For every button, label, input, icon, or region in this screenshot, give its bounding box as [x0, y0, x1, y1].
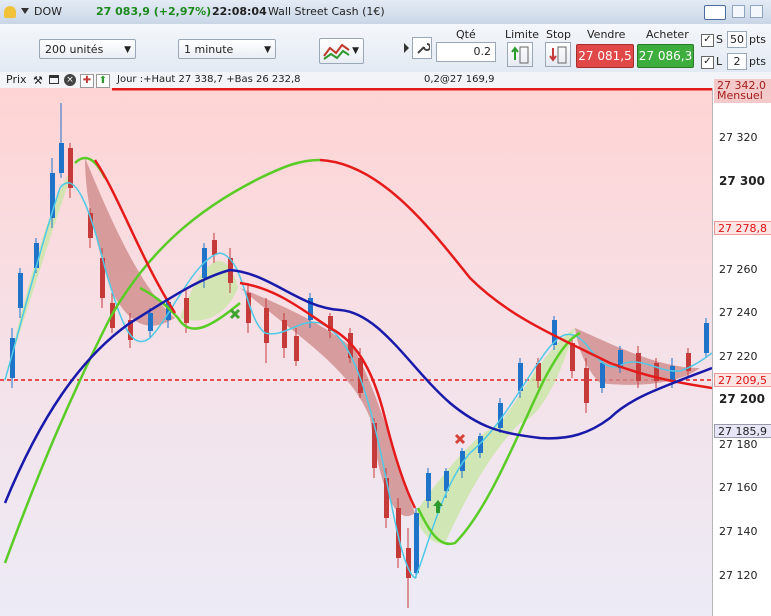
interval-value: 1 minute [184, 43, 234, 56]
window-icon[interactable] [49, 75, 59, 84]
current-price-tag: 27 209,5 [714, 373, 771, 387]
interval-select[interactable]: 1 minute ▼ [178, 39, 276, 59]
s-checkbox[interactable]: ✓ [701, 34, 714, 47]
axis-tick: 27 260 [719, 263, 758, 276]
l-checkbox[interactable]: ✓ [701, 56, 714, 69]
units-select[interactable]: 200 unités ▼ [39, 39, 136, 59]
collapse-arrow-icon[interactable] [404, 43, 409, 53]
chevron-down-icon: ▼ [124, 45, 131, 55]
s-points-value: 50 [730, 33, 744, 46]
quantity-value: 0.2 [473, 45, 492, 58]
s-label: S [716, 33, 723, 46]
limit-order-button[interactable] [507, 42, 533, 67]
candle [396, 498, 401, 568]
title-bar: DOW 27 083,9 (+2,97%) 22:08:04 Wall Stre… [0, 0, 771, 25]
axis-tick: 27 300 [719, 174, 765, 188]
s-points-input[interactable]: 50 [727, 31, 747, 48]
cursor-price: 0,2@27 169,9 [424, 74, 495, 85]
keyboard-icon[interactable] [704, 5, 726, 20]
price-chart[interactable] [0, 88, 712, 616]
blue-line-price-tag: 27 185,9 [714, 424, 771, 438]
up-arrow-icon[interactable]: ⬆ [96, 74, 110, 88]
chart-type-icon [323, 43, 350, 60]
limit-label: Limite [505, 28, 540, 41]
l-points-value: 2 [733, 55, 741, 68]
quantity-input[interactable]: 0.2 [436, 42, 496, 62]
alert-add-icon[interactable]: ✚ [80, 74, 94, 88]
stop-order-button[interactable] [545, 42, 571, 67]
axis-tick: 27 220 [719, 350, 758, 363]
axis-tick: 27 120 [719, 569, 758, 582]
price-info-bar: Prix ⚒ × ✚ ⬆ Jour :+Haut 27 338,7 +Bas 2… [0, 72, 771, 89]
close-circle-icon[interactable]: × [64, 74, 76, 86]
stop-order-icon [549, 46, 567, 64]
candle [552, 316, 557, 350]
axis-tick: 27 240 [719, 306, 758, 319]
red-line-price-tag: 27 278,8 [714, 221, 771, 235]
l-label: L [716, 55, 723, 68]
buy-button[interactable]: 27 086,3 [637, 44, 694, 68]
axis-tick: 27 320 [719, 131, 758, 144]
sell-label: Vendre [587, 28, 626, 41]
axis-tick: 27 160 [719, 481, 758, 494]
sell-button[interactable]: 27 081,5 [576, 44, 634, 68]
instrument-time: 22:08:04 [212, 5, 267, 18]
quantity-label: Qté [456, 28, 476, 41]
trade-toolbar: 200 unités ▼ 1 minute ▼ ▼ Qté 0.2 Limite… [0, 24, 771, 73]
candle [414, 508, 419, 578]
stop-label: Stop [546, 28, 572, 41]
axis-tick: 27 140 [719, 525, 758, 538]
instrument-name: Wall Street Cash (1€) [268, 5, 385, 18]
axis-tick: 27 200 [719, 392, 765, 406]
candle [498, 398, 503, 433]
instrument-symbol[interactable]: DOW [34, 5, 62, 18]
buy-label: Acheter [646, 28, 689, 41]
limit-order-icon [511, 46, 529, 64]
prix-label: Prix [6, 73, 27, 86]
instrument-price: 27 083,9 (+2,97%) [96, 5, 212, 18]
l-pts-label: pts [749, 55, 767, 68]
chart-type-select[interactable]: ▼ [319, 38, 364, 64]
day-high-low: Jour :+Haut 27 338,7 +Bas 26 232,8 [117, 74, 301, 85]
units-value: 200 unités [45, 43, 104, 56]
dropdown-arrow-icon[interactable] [21, 8, 29, 14]
notification-bell-icon[interactable] [4, 6, 16, 18]
close-icon[interactable] [750, 5, 763, 18]
wrench-icon[interactable]: ⚒ [33, 74, 43, 87]
wrench-icon [417, 43, 430, 54]
candle [704, 318, 709, 358]
l-points-input[interactable]: 2 [727, 53, 747, 70]
axis-tick: 27 180 [719, 438, 758, 451]
price-axis: 27 342,0 Mensuel 27 320 27 300 27 278,8 … [712, 79, 771, 616]
chevron-down-icon: ▼ [264, 45, 271, 55]
s-pts-label: pts [749, 33, 767, 46]
chevron-down-icon: ▼ [352, 46, 359, 56]
minimize-icon[interactable] [732, 5, 745, 18]
mensuel-label-tag: Mensuel [714, 89, 771, 103]
settings-wrench-button[interactable] [412, 37, 432, 59]
